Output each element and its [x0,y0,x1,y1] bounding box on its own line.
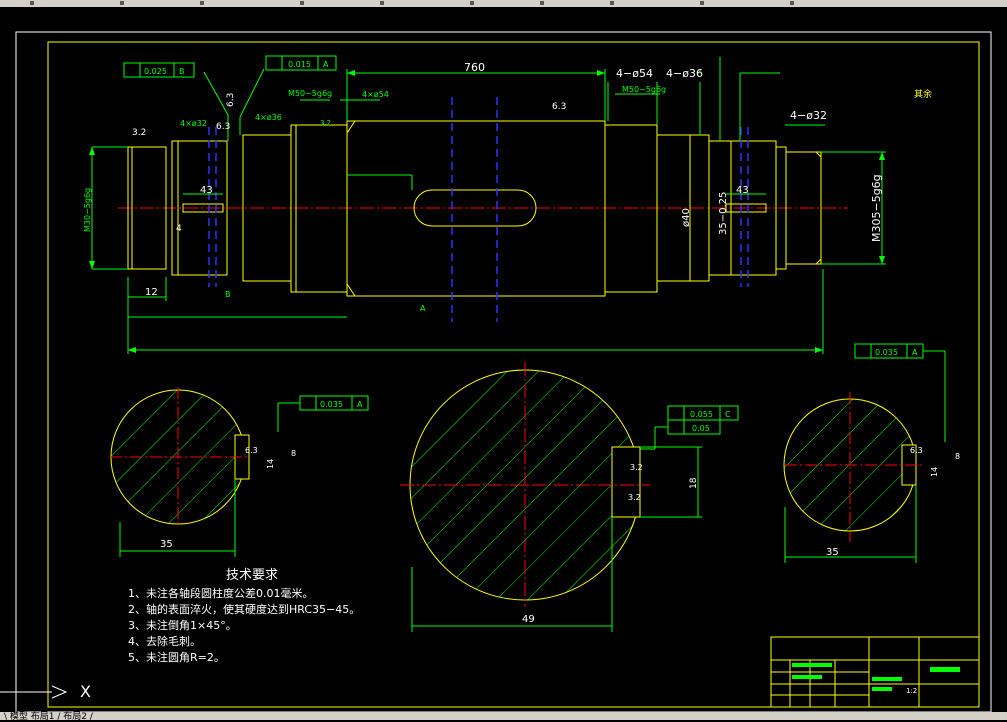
dim-4x36-small: 4×ø36 [255,113,282,122]
notes-item-1: 1、未注各轴段圆柱度公差0.01毫米。 [128,586,314,600]
section-left [110,387,250,557]
notes-item-3: 3、未注倒角1×45°。 [128,618,237,632]
dim-m50-left: M50−5g6g [288,89,332,98]
section-right [783,392,925,563]
dim-4: 4 [176,224,182,234]
fcf-left-section-value: 0.035 [320,400,343,409]
dim-40: ø40 [681,208,692,227]
notes-item-4: 4、去除毛刺。 [128,634,201,648]
hidden-lines [208,97,749,322]
dim-thread-left: M30−5g6g [83,188,92,232]
dim-thread-right: M305−5g6g [870,174,883,242]
fcf-right-section-value: 0.035 [875,348,898,357]
datum-b: B [225,290,231,299]
notes-item-5: 5、未注圆角R=2。 [128,650,225,664]
fcf-mid-2-value: 0.05 [692,424,710,433]
dim-4x32-small: 4×ø32 [180,119,207,128]
title-block-scale: 1:2 [906,687,917,695]
dim-4x54: 4−ø54 [616,67,653,80]
roughness-rest: 其余 [914,88,932,100]
dim-43-right: 43 [736,185,749,196]
top-toolbar-strip [0,0,1007,7]
fcf-2-value: 0.015 [288,60,311,69]
dim-m50-right: M50−5g6g [622,85,666,94]
fcf-1-datum: B [179,67,185,76]
ucs-icon [0,685,68,699]
dim-14-left: 14 [266,459,275,469]
layout-tabs[interactable]: \ 模型 布局1 / 布局2 / [4,709,93,722]
dim-18: 18 [689,477,699,489]
fcf-left-section-datum: A [357,400,363,409]
fcf-right-section-datum: A [912,348,918,357]
roughness-sec-32-b: 3.2 [628,493,641,502]
dim-43-left: 43 [200,185,213,196]
dim-35-left-section: 35 [160,539,173,550]
notes-item-2: 2、轴的表面淬火，使其硬度达到HRC35−45。 [128,602,360,616]
roughness-sec-63-a: 6.3 [245,446,258,455]
ucs-x-label: X [80,682,91,701]
roughness-32-b: 3.2 [320,119,331,127]
dim-8-left: 8 [291,449,296,458]
roughness-sec-32-a: 3.2 [630,463,643,472]
drawing-canvas[interactable]: 760 4−ø54 4−ø36 4−ø32 M50−5g6g M50−5g6g … [0,7,1007,712]
dim-4x54-small: 4×ø54 [362,90,389,99]
dim-4x32: 4−ø32 [790,109,827,122]
title-block [770,636,980,708]
dim-49: 49 [522,614,535,625]
datum-a: A [420,304,426,313]
roughness-32-a: 3.2 [132,128,146,138]
fcf-mid-1-datum: C [725,410,731,419]
dim-12: 12 [145,287,158,298]
fcf-1-value: 0.025 [144,67,167,76]
roughness-63-a: 6.3 [216,122,230,132]
dim-35-shaft: 35−0.25 [718,192,729,235]
dim-4x36: 4−ø36 [666,67,703,80]
fcf-mid-section [640,405,739,450]
section-middle [400,362,702,632]
dim-14-right: 14 [930,467,939,477]
fcf-mid-1-value: 0.055 [690,410,713,419]
roughness-63-b: 6.3 [226,93,236,107]
dimension-lines [91,57,886,354]
dim-overall-length: 760 [464,61,485,74]
layout-tabs-bar[interactable]: \ 模型 布局1 / 布局2 / [0,709,1007,722]
dim-8-right: 8 [955,452,960,461]
roughness-63-mid: 6.3 [552,102,566,112]
fcf-2-datum: A [323,60,329,69]
notes-title: 技术要求 [226,568,278,583]
roughness-sec-63-b: 6.3 [910,446,923,455]
dim-35-right-section: 35 [826,547,839,558]
